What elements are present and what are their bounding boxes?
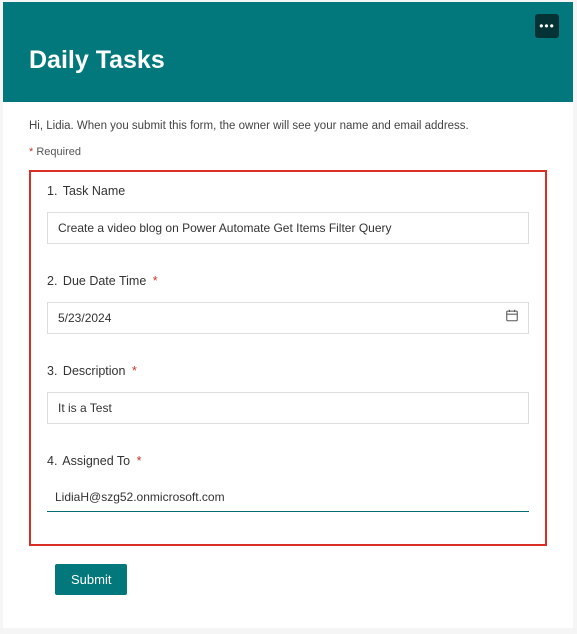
question-due-date: 2. Due Date Time * xyxy=(47,274,529,334)
form-title: Daily Tasks xyxy=(29,46,547,75)
due-date-input[interactable] xyxy=(47,302,529,334)
required-asterisk: * xyxy=(153,274,158,288)
submit-button[interactable]: Submit xyxy=(55,564,127,595)
question-number: 2. xyxy=(47,274,57,288)
task-name-label: 1. Task Name xyxy=(47,184,529,198)
question-number: 3. xyxy=(47,364,57,378)
question-text: Assigned To xyxy=(62,454,130,468)
intro-text: Hi, Lidia. When you submit this form, th… xyxy=(29,120,547,132)
form-header: ••• Daily Tasks xyxy=(3,2,573,102)
question-text: Due Date Time xyxy=(63,274,146,288)
question-number: 4. xyxy=(47,454,57,468)
question-text: Task Name xyxy=(63,184,126,198)
form-content: Hi, Lidia. When you submit this form, th… xyxy=(3,102,573,595)
assigned-to-input[interactable] xyxy=(47,482,529,512)
task-name-input[interactable] xyxy=(47,212,529,244)
description-label: 3. Description * xyxy=(47,364,529,378)
questions-highlight-box: 1. Task Name 2. Due Date Time * xyxy=(29,170,547,546)
question-assigned-to: 4. Assigned To * xyxy=(47,454,529,512)
more-options-button[interactable]: ••• xyxy=(535,14,559,38)
date-field-wrap xyxy=(47,302,529,334)
required-note: * Required xyxy=(29,146,547,158)
question-description: 3. Description * xyxy=(47,364,529,424)
question-task-name: 1. Task Name xyxy=(47,184,529,244)
question-text: Description xyxy=(63,364,126,378)
description-input[interactable] xyxy=(47,392,529,424)
assigned-to-label: 4. Assigned To * xyxy=(47,454,529,468)
required-label: Required xyxy=(33,146,81,158)
more-horizontal-icon: ••• xyxy=(539,20,555,32)
question-number: 1. xyxy=(47,184,57,198)
page: ••• Daily Tasks Hi, Lidia. When you subm… xyxy=(3,2,573,628)
due-date-label: 2. Due Date Time * xyxy=(47,274,529,288)
required-asterisk: * xyxy=(137,454,142,468)
required-asterisk: * xyxy=(132,364,137,378)
